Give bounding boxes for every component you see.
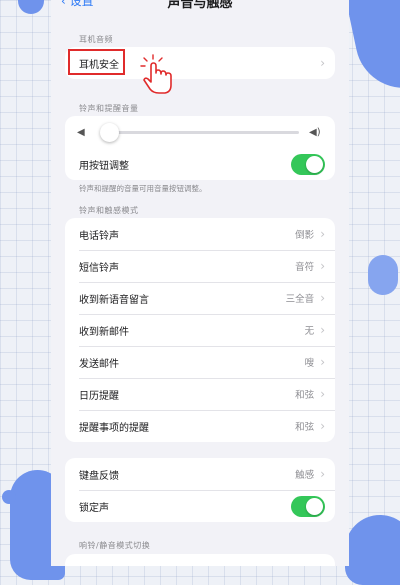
- item-label: 收到新邮件: [79, 326, 129, 338]
- feedback-card: 键盘反馈 触感 › 锁定声: [65, 458, 335, 522]
- decor-blob: [18, 0, 44, 14]
- chevron-right-icon: ›: [320, 291, 325, 305]
- item-label: 电话铃声: [79, 230, 119, 242]
- chevron-right-icon: ›: [320, 323, 325, 337]
- adjust-with-buttons-toggle[interactable]: [291, 153, 325, 175]
- nav-bar: ‹ 设置 声音与触感: [51, 0, 349, 12]
- speaker-low-icon: ◀: [77, 126, 85, 138]
- item-label: 日历提醒: [79, 390, 119, 402]
- item-label: 短信铃声: [79, 262, 119, 274]
- speaker-high-icon: ◀): [309, 126, 321, 138]
- page-title: 声音与触感: [167, 0, 233, 11]
- keyboard-feedback-label: 键盘反馈: [79, 470, 119, 482]
- item-label: 发送邮件: [79, 358, 119, 370]
- volume-slider-knob[interactable]: [99, 122, 119, 142]
- list-item[interactable]: 提醒事项的提醒 和弦 ›: [65, 410, 335, 442]
- item-label: 收到新语音留言: [79, 294, 149, 306]
- list-item[interactable]: 收到新语音留言 三全音 ›: [65, 282, 335, 314]
- chevron-right-icon: ›: [320, 387, 325, 401]
- chevron-right-icon: ›: [320, 56, 325, 70]
- list-item[interactable]: 电话铃声 倒影 ›: [65, 218, 335, 250]
- chevron-right-icon: ›: [320, 355, 325, 369]
- pointing-hand-icon: [140, 54, 172, 94]
- chevron-right-icon: ›: [320, 419, 325, 433]
- highlight-box: [68, 49, 125, 75]
- lock-sound-toggle[interactable]: [291, 495, 325, 517]
- item-value: 嗖: [304, 358, 315, 369]
- decor-blob: [2, 490, 16, 504]
- item-label: 提醒事项的提醒: [79, 422, 149, 434]
- section-header-haptics: 铃声和触感模式: [79, 206, 139, 215]
- lock-sound-item: 锁定声: [65, 490, 335, 522]
- lock-sound-label: 锁定声: [79, 502, 109, 514]
- mode-card: [65, 554, 335, 566]
- haptics-card: 电话铃声 倒影 › 短信铃声 音符 › 收到新语音留言 三全音 › 收到新邮件 …: [65, 218, 335, 442]
- list-item[interactable]: 短信铃声 音符 ›: [65, 250, 335, 282]
- chevron-right-icon: ›: [320, 259, 325, 273]
- list-item[interactable]: 收到新邮件 无 ›: [65, 314, 335, 346]
- keyboard-feedback-item[interactable]: 键盘反馈 触感 ›: [65, 458, 335, 490]
- chevron-right-icon: ›: [320, 227, 325, 241]
- item-value: 和弦: [295, 390, 315, 401]
- chevron-right-icon: ›: [320, 467, 325, 481]
- list-item[interactable]: 发送邮件 嗖 ›: [65, 346, 335, 378]
- volume-slider[interactable]: [99, 122, 299, 142]
- item-value: 音符: [295, 262, 315, 273]
- keyboard-feedback-value: 触感: [295, 470, 315, 481]
- list-item[interactable]: 日历提醒 和弦 ›: [65, 378, 335, 410]
- item-value: 无: [304, 326, 315, 337]
- adjust-with-buttons-label: 用按钮调整: [79, 160, 129, 172]
- section-header-headphone: 耳机音频: [79, 35, 113, 44]
- section-header-mode: 响铃/静音模式切换: [79, 541, 151, 550]
- settings-screen: ‹ 设置 声音与触感 耳机音频 耳机安全 › 铃声和提醒音量 ◀ ◀) 用按钮调…: [51, 0, 349, 566]
- item-value: 三全音: [285, 294, 315, 305]
- section-header-ringer: 铃声和提醒音量: [79, 104, 139, 113]
- ringer-note: 铃声和提醒的音量可用音量按钮调整。: [79, 184, 207, 193]
- ringer-card: ◀ ◀) 用按钮调整: [65, 116, 335, 180]
- item-value: 和弦: [295, 422, 315, 433]
- volume-slider-row: ◀ ◀): [65, 116, 335, 148]
- decor-blob: [368, 255, 398, 295]
- item-value: 倒影: [295, 230, 315, 241]
- decor-blob: [345, 515, 400, 585]
- adjust-with-buttons-item: 用按钮调整: [65, 148, 335, 180]
